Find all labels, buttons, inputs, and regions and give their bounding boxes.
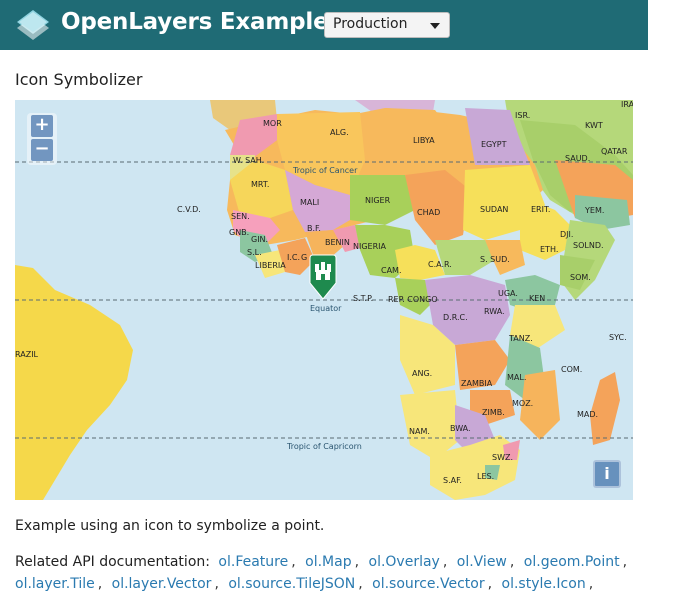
- country-label: NIGERIA: [353, 242, 387, 251]
- zoom-in-button[interactable]: +: [31, 115, 53, 137]
- country-label: ISR.: [515, 111, 530, 120]
- country-label: SEN.: [231, 212, 250, 221]
- country-label: REP. CONGO: [388, 295, 438, 304]
- country-label: BWA.: [450, 424, 471, 433]
- api-link-ol-feature[interactable]: ol.Feature: [218, 554, 288, 570]
- country-label: ZAMBIA: [461, 379, 493, 388]
- openlayers-logo-icon: [17, 10, 49, 40]
- country-label: KEN: [529, 294, 545, 303]
- country-label: MALI: [300, 198, 319, 207]
- country-label: I.C.: [287, 253, 300, 262]
- country-label: ALG.: [330, 128, 349, 137]
- country-label: MOZ.: [512, 399, 533, 408]
- country-label: S.L.: [247, 248, 262, 257]
- api-link-ol-style-icon[interactable]: ol.style.Icon: [502, 576, 586, 592]
- country-label: RWA.: [484, 307, 505, 316]
- country-label: G: [301, 253, 307, 262]
- zoom-control: + −: [27, 113, 57, 165]
- country-label: C.V.D.: [177, 205, 201, 214]
- country-label: QATAR: [601, 147, 628, 156]
- api-docs-label: Related API documentation:: [15, 554, 210, 570]
- navbar: OpenLayers Examples Production: [0, 0, 648, 50]
- country-label: COM.: [561, 365, 582, 374]
- country-label: NIGER: [365, 196, 391, 205]
- country-label: EGYPT: [481, 140, 507, 149]
- country-label: CHAD: [417, 208, 440, 217]
- latitude-label-equator: Equator: [310, 304, 342, 313]
- country-label: D.R.C.: [443, 313, 468, 322]
- country-label: C.A.R.: [428, 260, 452, 269]
- map-canvas[interactable]: Tropic of Cancer Equator Tropic of Capri…: [15, 100, 633, 500]
- latitude-label-tropic-of-cancer: Tropic of Cancer: [292, 166, 358, 175]
- brand-title[interactable]: OpenLayers Examples: [61, 9, 342, 35]
- country-label: UGA.: [498, 289, 518, 298]
- api-documentation: Related API documentation: ol.Feature, o…: [15, 554, 628, 592]
- country-label: CAM.: [381, 266, 402, 275]
- version-select[interactable]: Production: [324, 12, 450, 38]
- country-label: SOM.: [570, 273, 591, 282]
- country-label: ETH.: [540, 245, 558, 254]
- api-link-ol-source-vector[interactable]: ol.source.Vector: [372, 576, 484, 592]
- country-label: W. SAH.: [233, 156, 264, 165]
- country-label: KWT: [585, 121, 603, 130]
- country-label: S.AF.: [443, 476, 462, 485]
- api-link-ol-layer-tile[interactable]: ol.layer.Tile: [15, 576, 95, 592]
- country-label: TANZ.: [508, 334, 533, 343]
- country-label: YEM.: [584, 206, 604, 215]
- country-label: LIBERIA: [255, 261, 286, 270]
- example-description: Example using an icon to symbolize a poi…: [15, 518, 325, 534]
- attribution-button[interactable]: i: [593, 460, 621, 488]
- country-label: LES.: [477, 472, 494, 481]
- version-select-value: Production: [333, 16, 408, 32]
- country-label: SAUD.: [565, 154, 590, 163]
- api-link-ol-geom-point[interactable]: ol.geom.Point: [524, 554, 620, 570]
- api-link-ol-layer-vector[interactable]: ol.layer.Vector: [112, 576, 212, 592]
- country-label: ZIMB.: [482, 408, 505, 417]
- country-label: LIBYA: [413, 136, 435, 145]
- country-label: MRT.: [251, 180, 269, 189]
- country-label: RAZIL: [15, 350, 39, 359]
- country-label: SOLND.: [573, 241, 604, 250]
- zoom-out-button[interactable]: −: [31, 139, 53, 161]
- latitude-label-tropic-of-capricorn: Tropic of Capricorn: [286, 442, 362, 451]
- country-label: SWZ.: [492, 453, 513, 462]
- country-label: B.F.: [307, 224, 321, 233]
- country-label: GNB.: [229, 228, 249, 237]
- api-link-ol-source-tilejson[interactable]: ol.source.TileJSON: [228, 576, 355, 592]
- country-label: NAM.: [409, 427, 430, 436]
- country-label: S.T.P.: [353, 294, 373, 303]
- country-label: S. SUD.: [480, 255, 510, 264]
- country-label: DJI.: [560, 230, 573, 239]
- api-link-ol-overlay[interactable]: ol.Overlay: [369, 554, 440, 570]
- country-label: IRA: [621, 100, 633, 109]
- map-viewport[interactable]: Tropic of Cancer Equator Tropic of Capri…: [15, 100, 633, 500]
- country-label: GIN.: [251, 235, 268, 244]
- country-label: MAL.: [507, 373, 526, 382]
- country-label: MOR: [263, 119, 282, 128]
- country-label: SYC.: [609, 333, 627, 342]
- chevron-down-icon: [430, 23, 440, 29]
- page-title: Icon Symbolizer: [15, 70, 143, 89]
- country-label: ERIT.: [531, 205, 550, 214]
- api-link-ol-view[interactable]: ol.View: [457, 554, 507, 570]
- country-label: ANG.: [412, 369, 432, 378]
- country-label: SUDAN: [480, 205, 508, 214]
- country-label: MAD.: [577, 410, 598, 419]
- api-link-ol-map[interactable]: ol.Map: [305, 554, 351, 570]
- country-label: BENIN: [325, 238, 350, 247]
